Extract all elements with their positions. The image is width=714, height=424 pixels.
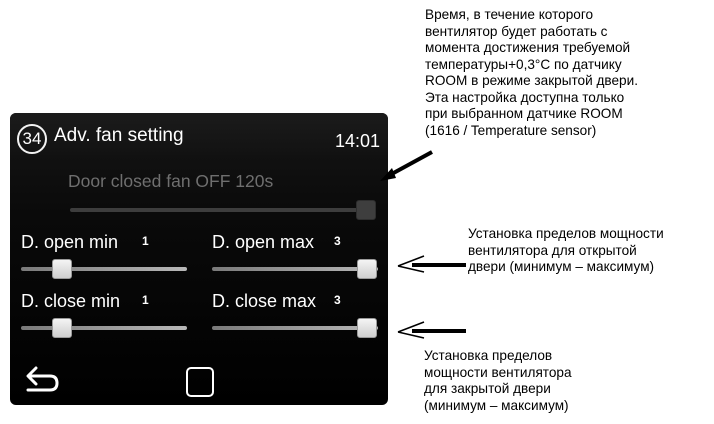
- device-screen: 34 Adv. fan setting 14:01 Door closed fa…: [10, 113, 388, 405]
- arrow-to-open-door-sliders: [397, 255, 466, 273]
- square-home-icon[interactable]: [186, 367, 214, 397]
- annotation-open-door-limits: Установка пределов мощности вентилятора …: [468, 226, 664, 276]
- door-closed-slider-track[interactable]: [70, 208, 376, 212]
- annotation-line: Установка пределов мощности: [468, 226, 664, 241]
- d-open-min-slider-thumb[interactable]: [52, 259, 73, 279]
- door-closed-value: 120s: [235, 171, 274, 191]
- d-close-max-slider-track[interactable]: [212, 326, 378, 330]
- annotation-line: момента достижения требуемой: [425, 40, 631, 55]
- clock: 14:01: [334, 131, 380, 151]
- d-open-min-slider-track[interactable]: [21, 267, 187, 271]
- annotation-line: для закрытой двери: [424, 381, 551, 396]
- d-close-max-slider-thumb[interactable]: [357, 318, 377, 338]
- d-open-max-value: 3: [334, 234, 341, 248]
- d-close-min-value: 1: [142, 293, 149, 307]
- d-open-max-slider-track[interactable]: [212, 267, 378, 271]
- annotation-line: (1616 / Temperature sensor): [425, 122, 597, 138]
- d-close-min-slider-thumb[interactable]: [52, 318, 73, 338]
- annotation-line: Установка пределов: [424, 348, 553, 363]
- door-closed-label-text: Door closed fan OFF: [68, 171, 231, 191]
- d-open-max-label: D. open max: [212, 232, 315, 252]
- arrow-to-closed-door-sliders: [397, 321, 466, 339]
- annotation-line: вентилятор будет работать с: [425, 23, 608, 39]
- page-title: Adv. fan setting: [54, 125, 184, 146]
- d-close-max-value: 3: [334, 293, 341, 307]
- d-close-min-slider-track[interactable]: [21, 326, 187, 330]
- d-close-max-label: D. close max: [212, 291, 317, 311]
- annotation-door-closed-time: Время, в течение которого вентилятор буд…: [425, 7, 638, 139]
- annotation-closed-door-limits: Установка пределов мощности вентилятора …: [424, 348, 572, 414]
- annotation-line: вентилятора для открытой: [468, 242, 637, 258]
- annotation-line: температуры+0,3°C по датчику: [425, 56, 622, 72]
- annotation-line: ROOM в режиме закрытой двери.: [425, 73, 638, 88]
- annotation-line: Эта настройка доступна только: [425, 89, 625, 105]
- annotation-line: двери (минимум – максимум): [468, 259, 655, 274]
- annotation-line: (минимум – максимум): [424, 397, 569, 413]
- d-open-max-slider-thumb[interactable]: [357, 259, 377, 279]
- annotation-line: при выбранном датчике ROOM: [425, 106, 623, 121]
- d-open-min-label: D. open min: [21, 232, 119, 252]
- door-closed-slider-thumb[interactable]: [356, 200, 376, 220]
- menu-number-badge: 34: [17, 124, 47, 154]
- d-close-min-label: D. close min: [21, 291, 121, 311]
- door-closed-setting-label: Door closed fan OFF 120s: [68, 171, 273, 192]
- annotation-line: Время, в течение которого: [425, 7, 594, 22]
- d-open-min-value: 1: [142, 234, 149, 248]
- back-arrow-icon[interactable]: [24, 363, 66, 395]
- annotation-line: мощности вентилятора: [424, 364, 572, 380]
